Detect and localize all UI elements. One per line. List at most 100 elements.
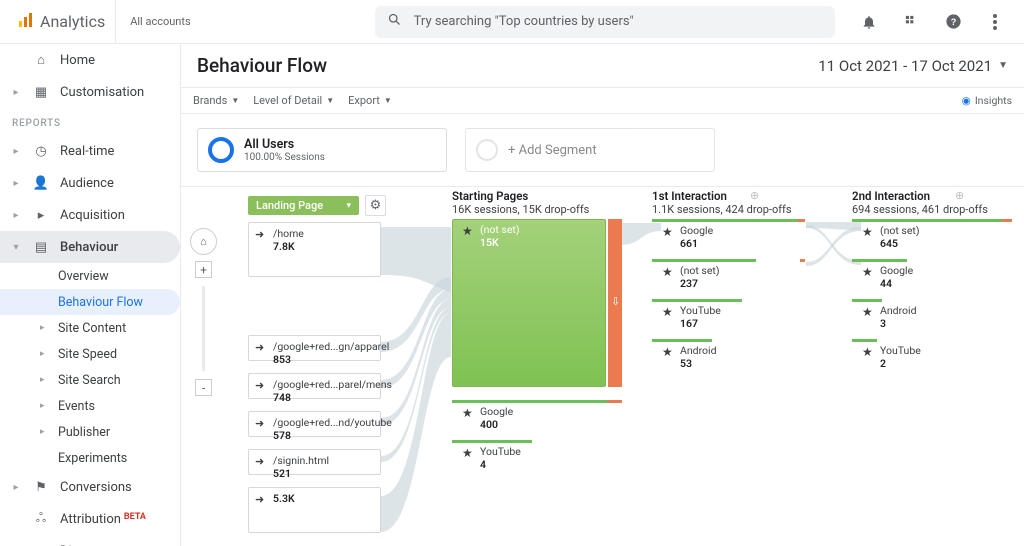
nav-customisation[interactable]: ▸▦ Customisation <box>0 76 180 108</box>
node-label: (not set) <box>680 264 720 277</box>
landing-node[interactable]: /signin.html 521 <box>248 449 381 475</box>
nav-sub-site-search[interactable]: ▸Site Search <box>0 367 180 393</box>
acquisition-icon: ▸ <box>32 208 50 223</box>
first-node[interactable]: YouTube 167 <box>658 304 721 330</box>
node-label: /home <box>273 227 374 240</box>
zoom-out-button[interactable]: - <box>195 379 212 396</box>
more-icon[interactable]: ⊕ <box>750 189 759 202</box>
zoom-slider[interactable] <box>202 286 205 371</box>
nav-sub-experiments[interactable]: Experiments <box>0 445 180 471</box>
node-value: 5.3K <box>273 492 374 505</box>
nav-realtime[interactable]: ▸◷ Real-time <box>0 135 180 167</box>
first-node[interactable]: Android 53 <box>658 344 717 370</box>
segment-all-users[interactable]: All Users 100.00% Sessions <box>197 128 447 172</box>
nav-sub-site-speed[interactable]: ▸Site Speed <box>0 341 180 367</box>
nav-sub-label: Site Search <box>58 373 121 388</box>
landing-node[interactable]: 5.3K <box>248 487 381 533</box>
toolbar-brands[interactable]: Brands▼ <box>193 94 239 107</box>
search-bar[interactable]: Try searching "Top countries by users" <box>375 6 835 38</box>
flow-bar <box>800 259 805 262</box>
col-title: 1st Interaction <box>652 189 792 203</box>
flow-home-button[interactable]: ⌂ <box>190 228 217 255</box>
nav-sub-label: Overview <box>58 269 109 284</box>
accounts-selector[interactable]: All accounts <box>116 15 204 28</box>
nav-sub-label: Publisher <box>58 425 110 440</box>
svg-text:?: ? <box>950 17 956 27</box>
flow-settings-button[interactable]: ⚙ <box>365 195 386 216</box>
title-bar: Behaviour Flow 11 Oct 2021 - 17 Oct 2021… <box>181 44 1024 88</box>
kebab-icon[interactable] <box>984 11 1006 33</box>
landing-node[interactable]: /google+red...parel/mens 748 <box>248 373 381 399</box>
nav-sub-site-content[interactable]: ▸Site Content <box>0 315 180 341</box>
header-right: ? <box>858 11 1016 33</box>
col-title: Starting Pages <box>452 189 589 203</box>
person-icon: 👤 <box>32 176 50 191</box>
segment-add[interactable]: + Add Segment <box>465 128 715 172</box>
node-value: 3 <box>880 317 917 330</box>
nav-sub-events[interactable]: ▸Events <box>0 393 180 419</box>
landing-page-dropdown[interactable]: Landing Page <box>248 196 359 215</box>
second-node[interactable]: Google 44 <box>858 264 913 290</box>
nav-sub-behaviour-flow[interactable]: Behaviour Flow <box>0 289 180 315</box>
chevron-down-icon: ▼ <box>998 60 1008 71</box>
flow-bar <box>652 339 712 342</box>
help-icon[interactable]: ? <box>942 11 964 33</box>
col-header-starting: Starting Pages 16K sessions, 15K drop-of… <box>452 189 589 216</box>
clock-icon: ◷ <box>32 144 50 159</box>
node-value: 521 <box>273 467 374 480</box>
flow-bar <box>652 299 742 302</box>
dashboard-icon: ▦ <box>32 85 50 100</box>
nav-behaviour[interactable]: ▾▤ Behaviour <box>0 231 180 263</box>
toolbar-export[interactable]: Export▼ <box>348 94 392 107</box>
apps-grid-icon[interactable] <box>900 11 922 33</box>
start-node[interactable]: (not set) 15K <box>458 223 520 249</box>
nav-conversions[interactable]: ▸⚑ Conversions <box>0 471 180 503</box>
node-label: Google <box>480 405 513 418</box>
zoom-in-button[interactable]: + <box>195 261 212 278</box>
date-range-picker[interactable]: 11 Oct 2021 - 17 Oct 2021 ▼ <box>818 57 1008 75</box>
nav-sub-label: Experiments <box>58 451 127 466</box>
second-node[interactable]: (not set) 645 <box>858 224 920 250</box>
node-value: 7.8K <box>273 240 374 253</box>
second-node[interactable]: YouTube 2 <box>858 344 921 370</box>
toolbar-lod[interactable]: Level of Detail▼ <box>253 94 334 107</box>
nav-sub-overview[interactable]: Overview <box>0 263 180 289</box>
second-node[interactable]: Android 3 <box>858 304 917 330</box>
start-node[interactable]: Google 400 <box>458 405 513 431</box>
behaviour-flow-chart[interactable]: Landing Page ⚙ ⌂ + - Starting Pages 16K … <box>181 186 1024 546</box>
behaviour-icon: ▤ <box>32 240 50 255</box>
first-node[interactable]: Google 661 <box>658 224 713 250</box>
landing-node[interactable]: /google+red...nd/youtube 578 <box>248 411 381 437</box>
nav-sub-label: Site Content <box>58 321 126 336</box>
node-label: YouTube <box>880 344 921 357</box>
node-label: YouTube <box>480 445 521 458</box>
col-sub: 1.1K sessions, 424 drop-offs <box>652 203 792 216</box>
start-node[interactable]: YouTube 4 <box>458 445 521 471</box>
nav-home[interactable]: ⌂ Home <box>0 44 180 76</box>
first-node[interactable]: (not set) 237 <box>658 264 720 290</box>
node-label: Android <box>880 304 917 317</box>
node-label: /signin.html <box>273 454 374 467</box>
landing-node[interactable]: /google+red...gn/apparel 853 <box>248 335 381 361</box>
nav-label-customisation: Customisation <box>60 85 144 100</box>
bell-icon[interactable] <box>858 11 880 33</box>
segment-title: All Users <box>244 137 325 152</box>
left-nav: ⌂ Home ▸▦ Customisation REPORTS ▸◷ Real-… <box>0 44 181 546</box>
flow-bar <box>607 400 622 403</box>
insights-button[interactable]: ◉ Insights <box>962 94 1012 107</box>
flow-bar <box>652 219 797 222</box>
nav-acquisition[interactable]: ▸▸ Acquisition <box>0 199 180 231</box>
landing-label: Landing Page <box>256 199 323 212</box>
dropoff-arrow-icon: ⇩ <box>611 295 620 308</box>
nav-sub-publisher[interactable]: ▸Publisher <box>0 419 180 445</box>
node-value: 853 <box>273 353 374 366</box>
brand-block[interactable]: Analytics <box>8 0 116 43</box>
node-label: (not set) <box>880 224 920 237</box>
node-value: 578 <box>273 429 374 442</box>
analytics-logo-icon <box>18 12 34 32</box>
nav-attribution[interactable]: ஃ AttributionBETA <box>0 503 180 535</box>
nav-discover[interactable]: ◌ Discover <box>0 535 180 546</box>
nav-audience[interactable]: ▸👤 Audience <box>0 167 180 199</box>
more-icon[interactable]: ⊕ <box>955 189 964 202</box>
landing-node[interactable]: /home 7.8K <box>248 222 381 277</box>
